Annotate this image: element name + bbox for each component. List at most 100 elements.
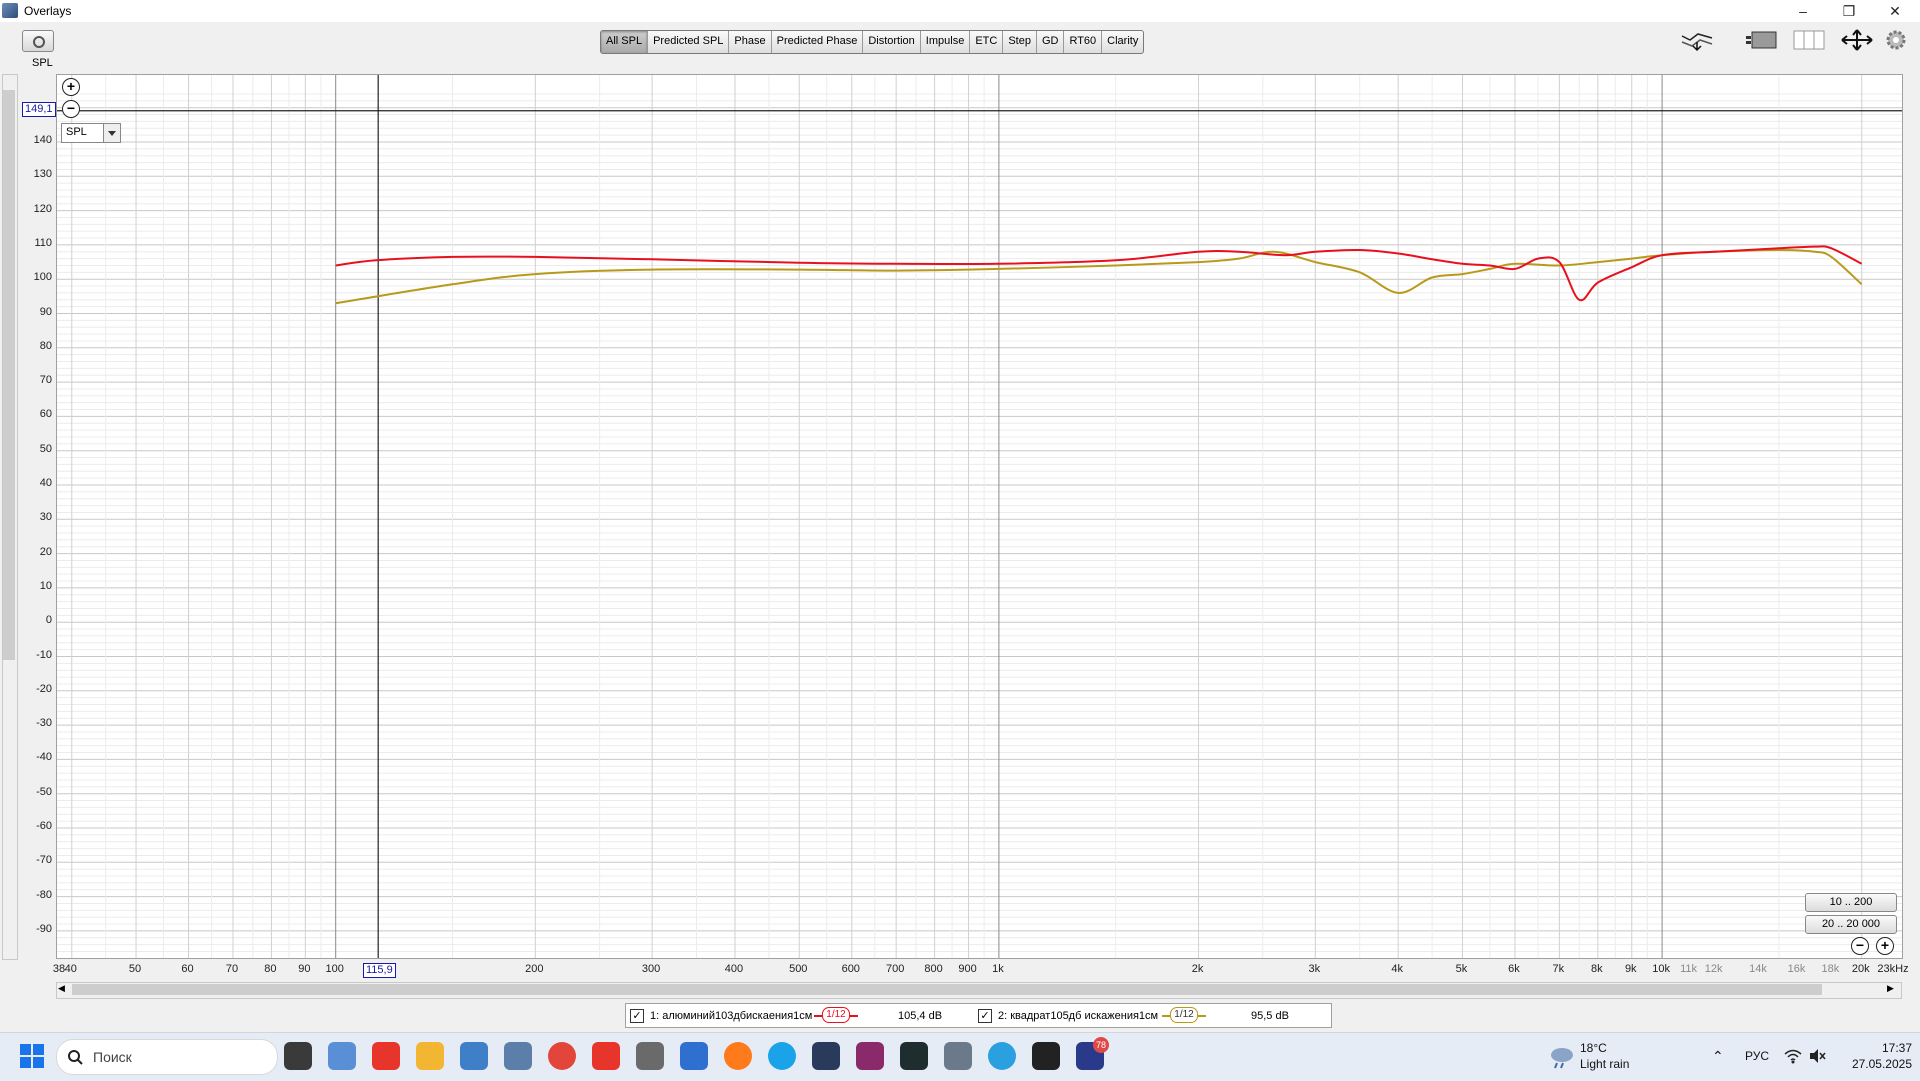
x-tick-label: 12k xyxy=(1704,963,1723,975)
binance-icon[interactable] xyxy=(1032,1042,1060,1070)
scroll-right-icon[interactable]: ▶ xyxy=(1887,983,1894,994)
overlay-controls-icon[interactable] xyxy=(1680,28,1714,52)
task-view-icon[interactable] xyxy=(284,1042,312,1070)
legend-2-checkbox[interactable]: ✓ xyxy=(978,1009,992,1023)
input-language[interactable]: РУС xyxy=(1745,1049,1769,1063)
y-tick-label: 100 xyxy=(33,271,52,284)
y-tick-label: 40 xyxy=(39,477,52,489)
y-tick-label: 0 xyxy=(45,614,52,627)
search-box[interactable]: Поиск xyxy=(56,1039,278,1075)
tab-gd[interactable]: GD xyxy=(1037,31,1065,53)
series-line-1 xyxy=(335,245,1863,302)
notepad-icon[interactable] xyxy=(328,1042,356,1070)
terminal-icon[interactable] xyxy=(900,1042,928,1070)
document-icon[interactable] xyxy=(680,1042,708,1070)
horizontal-scroll-thumb[interactable] xyxy=(72,984,1822,995)
x-tick-label: 7k xyxy=(1552,963,1565,975)
window-title: Overlays xyxy=(24,4,72,18)
tab-etc[interactable]: ETC xyxy=(970,31,1004,53)
cloud-rain-icon xyxy=(1551,1048,1573,1069)
y-tick-label: -20 xyxy=(36,682,52,695)
clock-time[interactable]: 17:37 xyxy=(1860,1041,1912,1055)
x-tick-label: 400 xyxy=(724,963,744,975)
x-tick-label: 900 xyxy=(958,963,977,975)
x-tick-label: 10k xyxy=(1652,963,1670,975)
range-20-20000-button[interactable]: 20 .. 20 000 xyxy=(1805,915,1897,934)
skype-icon[interactable] xyxy=(768,1042,796,1070)
mixer-icon[interactable] xyxy=(812,1042,840,1070)
firefox-icon[interactable] xyxy=(724,1042,752,1070)
tab-impulse[interactable]: Impulse xyxy=(921,31,971,53)
zoom-in-horizontal-icon[interactable]: + xyxy=(1876,937,1894,955)
settings-icon[interactable] xyxy=(944,1042,972,1070)
y-tick-label: -30 xyxy=(36,717,52,730)
windows-start-icon[interactable] xyxy=(20,1044,44,1071)
legend-2-label[interactable]: 2: квадрат105дб искажения1см xyxy=(998,1010,1158,1022)
zoom-out-horizontal-icon[interactable]: − xyxy=(1851,937,1869,955)
graph-type-dropdown[interactable]: SPL xyxy=(61,123,121,143)
gear-icon[interactable] xyxy=(1884,28,1908,52)
close-button[interactable]: ✕ xyxy=(1872,0,1918,22)
y-tick-label: -90 xyxy=(36,922,52,935)
omega-icon[interactable] xyxy=(636,1042,664,1070)
x-tick-label: 5k xyxy=(1455,963,1468,975)
chevron-up-icon[interactable]: ⌃ xyxy=(1712,1048,1724,1065)
minimize-button[interactable]: – xyxy=(1780,0,1826,22)
y-tick-label: -80 xyxy=(36,888,52,901)
tab-predicted-phase[interactable]: Predicted Phase xyxy=(772,31,864,53)
tab-step[interactable]: Step xyxy=(1003,31,1037,53)
x-tick-label: 38 xyxy=(52,963,66,975)
app-icon xyxy=(2,3,18,18)
legend-1-label[interactable]: 1: алюминий103дбискаения1см xyxy=(650,1010,812,1022)
restore-button[interactable]: ❐ xyxy=(1826,0,1872,22)
y-tick-label: -70 xyxy=(36,854,52,867)
calculator-icon[interactable] xyxy=(504,1042,532,1070)
folder-icon[interactable] xyxy=(416,1042,444,1070)
columns-icon[interactable] xyxy=(1792,28,1826,52)
tab-rt60[interactable]: RT60 xyxy=(1064,31,1103,53)
y-tick-label: -60 xyxy=(36,820,52,832)
audio-app-icon[interactable] xyxy=(856,1042,884,1070)
x-tick-label: 700 xyxy=(885,963,905,975)
x-tick-label: 40 xyxy=(64,963,77,975)
legend-1-smoothing[interactable]: 1/12 xyxy=(822,1007,850,1023)
fit-icon[interactable] xyxy=(1840,28,1874,52)
x-tick-label: 18k xyxy=(1821,963,1840,975)
scroll-left-icon[interactable]: ◀ xyxy=(58,983,65,994)
photos-icon[interactable] xyxy=(460,1042,488,1070)
zoom-in-vertical-icon[interactable]: + xyxy=(62,78,80,96)
tab-distortion[interactable]: Distortion xyxy=(863,31,921,53)
range-10-200-button[interactable]: 10 .. 200 xyxy=(1805,893,1897,912)
legend-2-smoothing[interactable]: 1/12 xyxy=(1170,1007,1198,1023)
x-tick-label: 4k xyxy=(1391,963,1403,975)
plot-area[interactable] xyxy=(56,74,1903,959)
tab-clarity[interactable]: Clarity xyxy=(1102,31,1143,53)
yandex-icon[interactable] xyxy=(372,1042,400,1070)
legend-1-checkbox[interactable]: ✓ xyxy=(630,1009,644,1023)
graph-type-label: SPL xyxy=(32,57,53,69)
legend-2-value: 95,5 dB xyxy=(1251,1010,1289,1022)
chevron-down-icon[interactable] xyxy=(103,124,120,142)
camera-icon[interactable] xyxy=(22,30,54,52)
telegram-icon[interactable] xyxy=(988,1042,1016,1070)
x-tick-label: 11k xyxy=(1680,963,1698,975)
tab-all-spl[interactable]: All SPL xyxy=(601,31,649,53)
tab-predicted-spl[interactable]: Predicted SPL xyxy=(648,31,730,53)
panel-icon[interactable] xyxy=(1744,28,1778,52)
weather-temp[interactable]: 18°C xyxy=(1580,1041,1607,1055)
x-tick-label: 60 xyxy=(181,963,194,975)
y-tick-label: 10 xyxy=(39,579,52,592)
y-tick-label: 130 xyxy=(33,168,52,181)
weather-desc[interactable]: Light rain xyxy=(1580,1057,1629,1071)
clock-date[interactable]: 27.05.2025 xyxy=(1840,1057,1912,1071)
x-tick-label: 2k xyxy=(1191,963,1204,975)
telegram-badge: 78 xyxy=(1093,1037,1109,1053)
volume-muted-icon[interactable] xyxy=(1808,1048,1826,1064)
tab-phase[interactable]: Phase xyxy=(729,31,772,53)
yandex-browser-icon[interactable] xyxy=(592,1042,620,1070)
zoom-out-vertical-icon[interactable]: − xyxy=(62,100,80,118)
chrome-icon[interactable] xyxy=(548,1042,576,1070)
wifi-icon[interactable] xyxy=(1784,1048,1802,1064)
x-tick-label: 800 xyxy=(924,963,943,975)
title-bar: Overlays – ❐ ✕ xyxy=(0,0,1920,22)
